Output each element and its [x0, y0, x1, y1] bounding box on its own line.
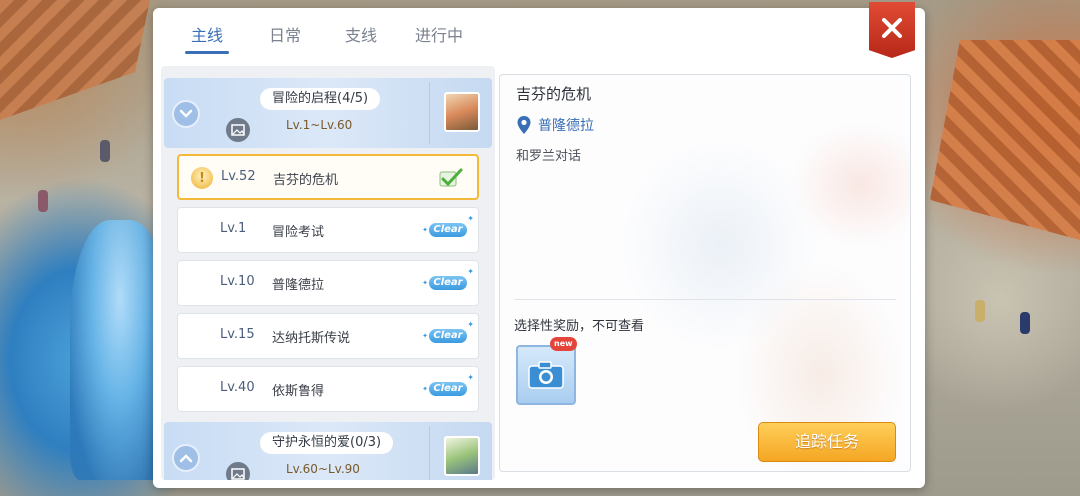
detail-location[interactable]: 普隆德拉 [538, 115, 594, 135]
chapter-level-range: Lv.1~Lv.60 [286, 118, 353, 132]
detail-objective: 和罗兰对话 [516, 149, 582, 164]
close-icon [882, 18, 902, 38]
chevron-up-icon [179, 454, 193, 463]
quest-name: 冒险考试 [272, 225, 325, 240]
sparkle-icon: ✦ [467, 214, 474, 223]
quest-item[interactable]: Lv.10 普隆德拉 ✦ Clear ✦ [177, 260, 479, 306]
track-quest-button[interactable]: 追踪任务 [758, 422, 896, 462]
check-icon [439, 168, 463, 187]
quest-name: 普隆德拉 [272, 278, 325, 293]
chapter-title: 守护永恒的爱(0/3) [260, 432, 394, 454]
expand-toggle[interactable] [172, 444, 200, 472]
quest-level: Lv.15 [220, 327, 255, 342]
npc-character[interactable] [1020, 312, 1030, 334]
tab-side[interactable]: 支线 [343, 22, 379, 52]
sparkle-icon: ✦ [467, 267, 474, 276]
divider [429, 82, 430, 144]
chapter-header[interactable]: 守护永恒的爱(0/3) Lv.60~Lv.90 [164, 422, 492, 480]
detail-quest-title: 吉芬的危机 [516, 85, 592, 103]
quest-item[interactable]: Lv.15 达纳托斯传说 ✦ Clear ✦ [177, 313, 479, 359]
quest-name: 达纳托斯传说 [272, 331, 351, 346]
collapse-toggle[interactable] [172, 100, 200, 128]
quest-name: 吉芬的危机 [273, 173, 339, 188]
tab-in-progress[interactable]: 进行中 [413, 22, 465, 52]
close-button[interactable] [869, 2, 915, 58]
quest-item[interactable]: Lv.40 依斯鲁得 ✦ Clear ✦ [177, 366, 479, 412]
quest-list[interactable]: 冒险的启程(4/5) Lv.1~Lv.60 ! Lv.52 吉芬的危机 Lv.1… [161, 66, 495, 480]
npc-character[interactable] [100, 140, 110, 162]
npc-character[interactable] [975, 300, 985, 322]
tab-daily[interactable]: 日常 [267, 22, 303, 52]
tab-main[interactable]: 主线 [185, 22, 229, 54]
chapter-level-range: Lv.60~Lv.90 [286, 462, 360, 476]
building-roof-right [930, 40, 1080, 240]
clear-badge: Clear [428, 222, 468, 238]
quest-level: Lv.1 [220, 221, 247, 236]
building-roof-left [0, 0, 150, 120]
chevron-down-icon [179, 109, 193, 118]
quest-level: Lv.52 [221, 169, 256, 184]
quest-tabs: 主线 日常 支线 进行中 [153, 8, 925, 64]
quest-level: Lv.40 [220, 380, 255, 395]
exclamation-icon: ! [191, 167, 213, 189]
quest-item[interactable]: ! Lv.52 吉芬的危机 [177, 154, 479, 200]
divider [429, 426, 430, 480]
quest-panel: 主线 日常 支线 进行中 冒险的启程(4/5) Lv.1~Lv.60 ! Lv.… [153, 2, 925, 488]
divider [514, 299, 896, 300]
image-icon [226, 462, 250, 480]
reward-slot[interactable] [516, 345, 576, 405]
new-badge: new [550, 337, 577, 351]
npc-character[interactable] [38, 190, 48, 212]
location-pin-icon [517, 116, 531, 134]
image-icon [226, 118, 250, 142]
clear-badge: Clear [428, 275, 468, 291]
sparkle-icon: ✦ [467, 320, 474, 329]
quest-detail: 吉芬的危机 普隆德拉 和罗兰对话 选择性奖励，不可查看 new [499, 74, 911, 472]
quest-level: Lv.10 [220, 274, 255, 289]
chapter-portrait [444, 92, 480, 132]
sparkle-icon: ✦ [467, 373, 474, 382]
chapter-portrait [444, 436, 480, 476]
quest-name: 依斯鲁得 [272, 384, 325, 399]
chapter-title: 冒险的启程(4/5) [260, 88, 381, 110]
clear-badge: Clear [428, 381, 468, 397]
reward-label: 选择性奖励，不可查看 [514, 319, 645, 334]
camera-icon [528, 361, 564, 389]
chapter-header[interactable]: 冒险的启程(4/5) Lv.1~Lv.60 [164, 78, 492, 148]
quest-item[interactable]: Lv.1 冒险考试 ✦ Clear ✦ [177, 207, 479, 253]
clear-badge: Clear [428, 328, 468, 344]
